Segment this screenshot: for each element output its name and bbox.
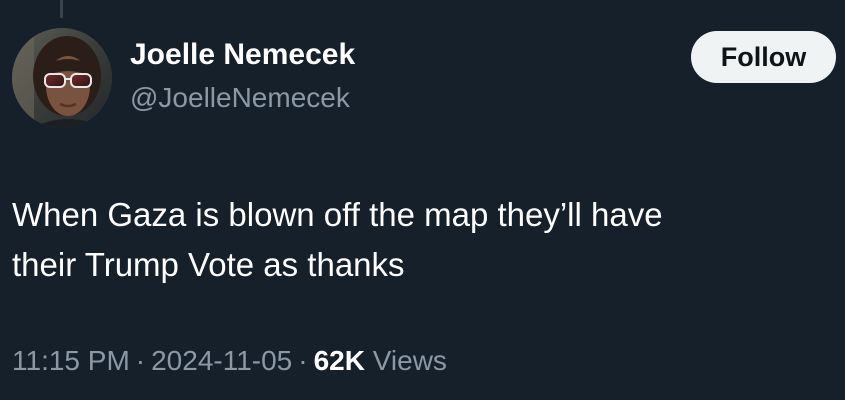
author-handle[interactable]: @JoelleNemecek [130,82,350,114]
tweet-meta: 11:15 PM · 2024-11-05 · 62K Views [12,345,447,377]
author-display-name[interactable]: Joelle Nemecek [130,38,355,72]
follow-button[interactable]: Follow [691,31,836,83]
meta-separator: · [298,345,308,376]
tweet-text-line: When Gaza is blown off the map they’ll h… [12,196,663,233]
thread-connector-line [60,0,63,18]
tweet-time[interactable]: 11:15 PM [12,345,130,376]
avatar-photo-icon [12,28,112,128]
avatar[interactable] [12,28,112,128]
tweet-date[interactable]: 2024-11-05 [151,345,292,376]
views-label[interactable]: Views [373,345,447,376]
tweet-text-line: their Trump Vote as thanks [12,246,405,283]
tweet-text: When Gaza is blown off the map they’ll h… [12,190,812,290]
views-count[interactable]: 62K [314,345,365,376]
meta-separator: · [135,345,146,376]
